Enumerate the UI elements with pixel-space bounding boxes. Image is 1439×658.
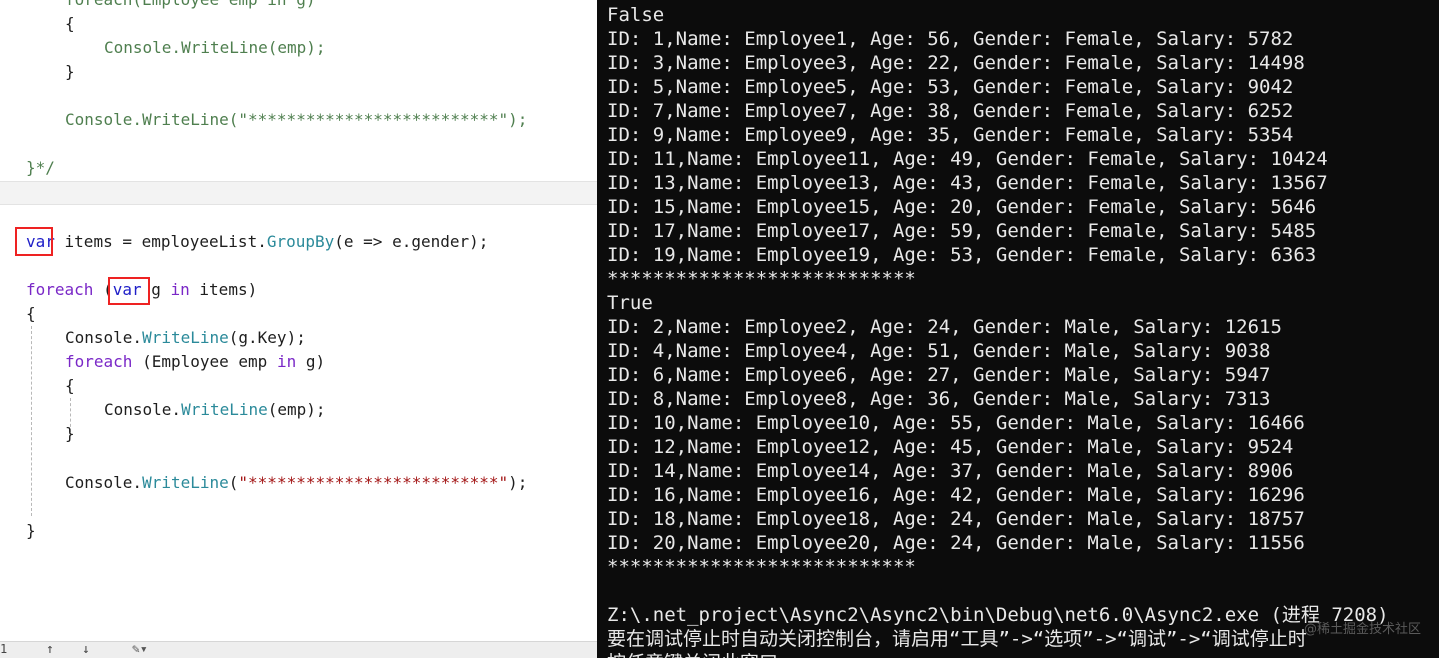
console-line: ID: 5,Name: Employee5, Age: 53, Gender: … (607, 76, 1294, 98)
code-text: items) (189, 280, 258, 299)
console-line: ID: 19,Name: Employee19, Age: 53, Gender… (607, 244, 1317, 266)
console-line: ID: 20,Name: Employee20, Age: 24, Gender… (607, 532, 1305, 554)
code-text: Console. (65, 473, 143, 492)
console-line: ID: 16,Name: Employee16, Age: 42, Gender… (607, 484, 1305, 506)
code-line-inner-open: { (65, 376, 75, 395)
console-line: ID: 9,Name: Employee9, Age: 35, Gender: … (607, 124, 1294, 146)
code-text: g) (296, 352, 326, 371)
console-line: ID: 1,Name: Employee1, Age: 56, Gender: … (607, 28, 1294, 50)
console-window[interactable]: False ID: 1,Name: Employee1, Age: 56, Gen… (597, 0, 1439, 658)
code-line-open-brace: { (65, 14, 75, 33)
code-text: (emp); (267, 400, 326, 419)
code-line-brace-close: } (26, 521, 36, 540)
in-keyword: in (276, 352, 297, 371)
code-line-inner-close: } (65, 424, 75, 443)
code-line-foreach-cut: foreach(Employee emp in g) (65, 0, 315, 12)
code-line-groupby: var items = employeeList.GroupBy(e => e.… (26, 230, 488, 254)
code-line-inner-foreach: foreach (Employee emp in g) (65, 350, 325, 374)
console-line: ID: 6,Name: Employee6, Age: 27, Gender: … (607, 364, 1271, 386)
highlight-box-var (15, 227, 53, 256)
code-text: (Employee emp (132, 352, 277, 371)
code-line-writeline-emp2: Console.WriteLine(emp); (104, 398, 326, 422)
console-line: ID: 4,Name: Employee4, Age: 51, Gender: … (607, 340, 1271, 362)
console-line: ID: 14,Name: Employee14, Age: 37, Gender… (607, 460, 1294, 482)
console-line: *************************** (607, 556, 916, 578)
code-editor[interactable]: foreach(Employee emp in g) { Console.Wri… (0, 0, 597, 658)
groupby-method: GroupBy (266, 232, 335, 251)
code-text: Console.WriteLine("*********************… (65, 110, 528, 129)
console-line: ID: 15,Name: Employee15, Age: 20, Gender… (607, 196, 1317, 218)
brush-icon[interactable]: ✎▾ (132, 642, 148, 657)
console-line: ID: 11,Name: Employee11, Age: 49, Gender… (607, 148, 1328, 170)
foreach-keyword: foreach (26, 280, 94, 299)
code-text: Console.WriteLine(emp); (104, 38, 326, 57)
highlight-box-var2 (108, 277, 150, 305)
console-line: ID: 18,Name: Employee18, Age: 24, Gender… (607, 508, 1305, 530)
writeline-method: WriteLine (142, 473, 229, 492)
string-literal: "**************************" (238, 473, 509, 492)
console-line: ID: 3,Name: Employee3, Age: 22, Gender: … (607, 52, 1305, 74)
writeline-method: WriteLine (142, 328, 229, 347)
editor-status-bar: 1 ↑ ↓ ✎▾ (0, 641, 597, 658)
code-line-writeline-stars: Console.WriteLine("*********************… (65, 108, 527, 132)
code-text: Console. (104, 400, 182, 419)
console-line: Z:\.net_project\Async2\Async2\bin\Debug\… (607, 604, 1389, 626)
foreach-keyword: foreach (65, 352, 133, 371)
console-line: ID: 8,Name: Employee8, Age: 36, Gender: … (607, 388, 1271, 410)
code-line-end-comment: }*/ (26, 156, 55, 180)
watermark: @稀土掘金技术社区 (1303, 622, 1421, 637)
console-line: ID: 17,Name: Employee17, Age: 59, Gender… (607, 220, 1317, 242)
console-line: ID: 13,Name: Employee13, Age: 43, Gender… (607, 172, 1328, 194)
code-text: (e => e.gender); (334, 232, 489, 251)
code-line-writeline-stars2: Console.WriteLine("*********************… (65, 471, 527, 495)
code-text: items = employeeList. (54, 232, 267, 251)
console-line: ID: 10,Name: Employee10, Age: 55, Gender… (607, 412, 1305, 434)
down-arrow-icon[interactable]: ↓ (82, 642, 90, 657)
console-line: 按任意键关闭此窗口. . . (607, 651, 835, 658)
code-text: foreach(Employee emp in g) (65, 0, 315, 9)
console-line: *************************** (607, 268, 916, 290)
console-line: ID: 7,Name: Employee7, Age: 38, Gender: … (607, 100, 1294, 122)
code-text: }*/ (26, 158, 55, 177)
code-text: ); (508, 473, 528, 492)
console-line: False (607, 4, 665, 26)
writeline-method: WriteLine (181, 400, 268, 419)
code-line-writeline-emp: Console.WriteLine(emp); (104, 36, 326, 60)
code-line-brace-open: { (26, 304, 36, 323)
code-line-close-brace: } (65, 62, 75, 81)
console-line: True (607, 292, 653, 314)
console-line: 要在调试停止时自动关闭控制台，请启用“工具”->“选项”->“调试”->“调试停… (607, 628, 1307, 650)
in-keyword: in (170, 280, 190, 299)
code-text: Console. (65, 328, 143, 347)
console-line: ID: 2,Name: Employee2, Age: 24, Gender: … (607, 316, 1282, 338)
code-text: ( (228, 473, 239, 492)
line-number: 1 (0, 642, 8, 656)
up-arrow-icon[interactable]: ↑ (46, 642, 54, 657)
console-line: ID: 12,Name: Employee12, Age: 45, Gender… (607, 436, 1294, 458)
code-line-writeline-key: Console.WriteLine(g.Key); (65, 326, 306, 350)
indent-guide (31, 326, 32, 516)
editor-split-divider[interactable] (0, 181, 597, 205)
code-text: (g.Key); (228, 328, 306, 347)
